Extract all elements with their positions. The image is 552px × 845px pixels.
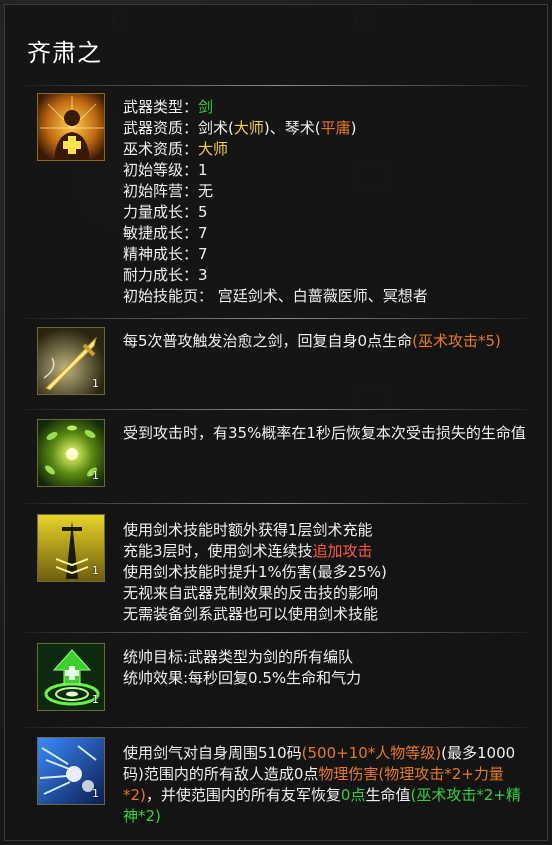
sword-qi-blast-icon[interactable]: 1 <box>37 737 105 805</box>
skill-description: 每5次普攻触发治愈之剑，回复自身0点生命(巫术攻击*5) <box>123 331 529 352</box>
sorcery-line: 巫术资质：大师 <box>123 139 529 160</box>
skill-level: 1 <box>92 564 99 577</box>
divider <box>25 85 529 86</box>
skill-description: 使用剑术技能时额外获得1层剑术充能 充能3层时，使用剑术连续技追加攻击 使用剑术… <box>123 520 529 625</box>
skill-text-line: 统帅效果:每秒回复0.5%生命和气力 <box>123 669 362 687</box>
divider <box>25 727 529 728</box>
skill-text: 生命值 <box>365 786 411 804</box>
strength-growth: 力量成长：5 <box>123 203 208 221</box>
divider <box>25 503 529 504</box>
weapon-quality-text: )、琴术( <box>263 119 321 137</box>
skill-text-line: 使用剑术技能时额外获得1层剑术充能 <box>123 521 373 539</box>
weapon-quality-text: ) <box>350 119 357 137</box>
hero-tooltip-panel: 齐肃之 武器类型：剑 武器资质：剑术(大师)、琴术(平庸) 巫术资质：大师 初始… <box>4 4 548 841</box>
yellow-blade-icon[interactable]: 1 <box>37 514 105 582</box>
skill-description: 受到攻击时，有35%概率在1秒后恢复本次受击损失的生命值 <box>123 424 526 442</box>
weapon-quality-line: 武器资质：剑术(大师)、琴术(平庸) <box>123 118 529 139</box>
skill-text-line: 使用剑术技能时提升1%伤害(最多25%) <box>123 563 387 581</box>
green-leaves-icon[interactable]: 1 <box>37 419 105 487</box>
hero-info-text: 武器类型：剑 武器资质：剑术(大师)、琴术(平庸) 巫术资质：大师 初始等级：1… <box>123 97 529 307</box>
hero-name-title: 齐肃之 <box>27 39 102 67</box>
skill-level: 1 <box>92 469 99 482</box>
initial-skill-pages: 初始技能页： 宫廷剑术、白蔷薇医师、冥想者 <box>123 287 428 305</box>
weapon-type-value: 剑 <box>198 98 214 116</box>
divider <box>25 318 529 319</box>
skill-text-line: 充能3层时，使用剑术连续技追加攻击 <box>123 541 529 562</box>
skill-level: 1 <box>92 377 99 390</box>
skill-text-line: 无视来自武器克制效果的反击技的影响 <box>123 584 379 602</box>
weapon-type-label: 武器类型： <box>123 98 199 116</box>
divider <box>25 632 529 633</box>
initial-faction: 初始阵营：无 <box>123 182 214 200</box>
sorcery-label: 巫术资质： <box>123 140 199 158</box>
skill-formula: (500+10*人物等级) <box>301 744 442 762</box>
hero-class-icon <box>37 93 105 161</box>
spirit-growth: 精神成长：7 <box>123 245 208 263</box>
skill-row-3[interactable]: 1 使用剑术技能时额外获得1层剑术充能 充能3层时，使用剑术连续技追加攻击 使用… <box>35 512 533 632</box>
weapon-quality-text: 剑术( <box>198 119 234 137</box>
skill-row-1[interactable]: 1 每5次普攻触发治愈之剑，回复自身0点生命(巫术攻击*5) <box>35 325 533 401</box>
agility-growth: 敏捷成长：7 <box>123 224 208 242</box>
skill-text: ，并使范围内的所有友军恢复 <box>145 786 341 804</box>
skill-level: 1 <box>92 787 99 800</box>
skill-row-5[interactable]: 1 使用剑气对自身周围510码(500+10*人物等级)(最多1000码)范围内… <box>35 735 533 835</box>
sword-grade: 大师 <box>233 119 264 137</box>
skill-highlight: 追加攻击 <box>312 542 373 560</box>
skill-level: 1 <box>92 693 99 706</box>
stamina-growth: 耐力成长：3 <box>123 266 208 284</box>
skill-text: 充能3层时，使用剑术连续技 <box>123 542 313 560</box>
initial-level: 初始等级：1 <box>123 161 208 179</box>
skill-description: 统帅目标:武器类型为剑的所有编队 统帅效果:每秒回复0.5%生命和气力 <box>123 647 529 689</box>
golden-sword-icon[interactable]: 1 <box>37 327 105 395</box>
skill-formula: (巫术攻击*5) <box>412 332 501 350</box>
skill-row-2[interactable]: 1 受到攻击时，有35%概率在1秒后恢复本次受击损失的生命值 <box>35 417 533 493</box>
hero-info-section: 武器类型：剑 武器资质：剑术(大师)、琴术(平庸) 巫术资质：大师 初始等级：1… <box>35 93 533 313</box>
skill-description: 使用剑气对自身周围510码(500+10*人物等级)(最多1000码)范围内的所… <box>123 743 529 827</box>
skill-text: 使用剑气对自身周围510码 <box>123 744 302 762</box>
skill-row-4[interactable]: 1 统帅目标:武器类型为剑的所有编队 统帅效果:每秒回复0.5%生命和气力 <box>35 641 533 717</box>
skill-text-line: 无需装备剑系武器也可以使用剑术技能 <box>123 605 379 623</box>
green-heal-aura-icon[interactable]: 1 <box>37 643 105 711</box>
skill-text-line: 统帅目标:武器类型为剑的所有编队 <box>123 648 354 666</box>
lute-grade: 平庸 <box>320 119 351 137</box>
skill-text: 每5次普攻触发治愈之剑，回复自身0点生命 <box>123 332 413 350</box>
skill-value: 0点 <box>340 786 366 804</box>
sorcery-value: 大师 <box>198 140 229 158</box>
weapon-quality-label: 武器资质： <box>123 119 199 137</box>
weapon-type-line: 武器类型：剑 <box>123 97 529 118</box>
divider <box>25 409 529 410</box>
